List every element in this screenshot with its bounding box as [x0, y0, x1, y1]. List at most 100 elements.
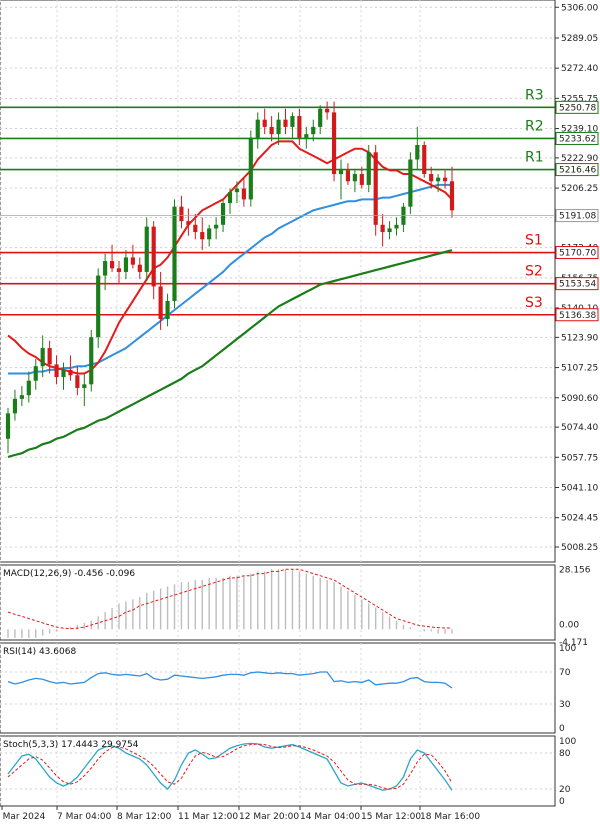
price-tick-label: 5107.25 — [561, 364, 598, 374]
candle-body — [116, 268, 122, 272]
macd-label: MACD(12,26,9) -0.456 -0.096 — [3, 569, 135, 579]
price-tick-label: 5222.90 — [561, 154, 598, 164]
candle-body — [394, 224, 399, 229]
candle-body — [325, 108, 330, 113]
last-price-label: 5191.08 — [559, 212, 596, 222]
x-tick-label: 15 Mar 12:00 — [361, 812, 421, 822]
candle-body — [415, 145, 420, 160]
candle-body — [331, 112, 337, 175]
candle-body — [255, 119, 260, 138]
candle-body — [227, 192, 233, 204]
candle-body — [5, 413, 11, 439]
candle-body — [123, 257, 129, 272]
candle-body — [54, 364, 59, 378]
level-name-r3: R3 — [525, 87, 544, 103]
candle-body — [193, 224, 198, 233]
level-value-s3: 5136.38 — [559, 311, 596, 321]
level-value-s2: 5153.54 — [559, 280, 596, 290]
candle-body — [68, 369, 73, 376]
stoch-tick-label: 20 — [559, 785, 571, 795]
price-tick-label: 5289.05 — [561, 34, 598, 44]
candle-body — [12, 398, 18, 414]
rsi-tick-label: 30 — [559, 700, 571, 710]
candle-body — [220, 203, 226, 225]
x-tick-label: 12 Mar 20:00 — [239, 812, 299, 822]
stoch-label: Stoch(5,3,3) 17.4443 29.9754 — [3, 740, 139, 750]
price-tick-label: 5041.10 — [561, 483, 598, 493]
candle-body — [103, 261, 108, 276]
candle-body — [179, 206, 184, 222]
x-tick-label: 7 Mar 04:00 — [57, 812, 112, 822]
candle-body — [82, 384, 87, 388]
candle-body — [186, 221, 191, 225]
price-tick-label: 5306.00 — [561, 3, 598, 13]
candle-body — [130, 257, 135, 265]
macd-tick-label: 28.156 — [559, 565, 591, 575]
candle-body — [207, 228, 212, 240]
candle-body — [241, 188, 246, 200]
candle-body — [366, 152, 371, 185]
candle-body — [165, 300, 170, 320]
level-name-s2: S2 — [525, 264, 543, 280]
candle-body — [158, 286, 163, 320]
candle-body — [297, 116, 302, 138]
candle-body — [422, 145, 427, 175]
price-tick-label: 5123.90 — [561, 333, 598, 343]
rsi-tick-label: 70 — [559, 668, 571, 678]
candle-body — [75, 375, 80, 388]
stoch-tick-label: 0 — [559, 797, 565, 807]
price-tick-label: 5206.25 — [561, 184, 598, 194]
level-name-s3: S3 — [525, 295, 543, 311]
candle-body — [96, 275, 101, 338]
candle-body — [429, 174, 434, 182]
candle-body — [311, 126, 316, 135]
candle-body — [290, 116, 295, 127]
level-name-r2: R2 — [525, 118, 544, 134]
candle-body — [234, 188, 240, 193]
level-value-r3: 5250.78 — [559, 103, 596, 113]
candle-body — [269, 126, 274, 135]
candle-body — [318, 108, 323, 127]
candle-body — [19, 395, 24, 399]
candle-body — [47, 348, 52, 365]
rsi-tick-label: 0 — [559, 724, 565, 734]
price-tick-label: 5008.25 — [561, 543, 598, 553]
rsi-tick-label: 100 — [559, 644, 576, 654]
candle-body — [214, 224, 219, 229]
candle-body — [40, 348, 45, 367]
level-value-s1: 5170.70 — [559, 249, 596, 259]
candle-body — [345, 170, 351, 182]
candle-body — [172, 206, 177, 301]
candle-body — [304, 134, 309, 138]
level-name-r1: R1 — [525, 150, 544, 166]
candle-body — [109, 261, 115, 269]
forex-chart: 5306.00 5289.05 5272.40 5255.75 5239.10 5222.… — [0, 0, 600, 825]
level-value-r1: 5216.46 — [559, 166, 596, 176]
candle-body — [373, 152, 378, 225]
stoch-tick-label: 100 — [559, 737, 576, 747]
price-tick-label: 5074.40 — [561, 423, 598, 433]
candle-body — [352, 174, 357, 182]
rsi-label: RSI(14) 43.6068 — [3, 647, 76, 657]
candle-body — [61, 369, 66, 378]
candle-body — [151, 226, 156, 287]
price-tick-label: 5057.75 — [561, 453, 598, 463]
candle-body — [380, 224, 385, 233]
price-tick-label: 5090.60 — [561, 394, 598, 404]
candle-body — [89, 337, 94, 385]
x-tick-label: 14 Mar 04:00 — [300, 812, 360, 822]
candle-body — [248, 137, 253, 200]
candle-body — [283, 119, 288, 127]
candle-body — [436, 177, 441, 182]
candle-body — [262, 119, 267, 127]
candle-body — [33, 366, 38, 381]
macd-tick-label: 0.00 — [559, 620, 579, 630]
candle-body — [144, 226, 149, 272]
candle-body — [276, 119, 281, 135]
level-name-s1: S1 — [525, 233, 543, 249]
candle-body — [442, 177, 448, 182]
candle-body — [338, 170, 344, 175]
level-value-r2: 5233.62 — [559, 134, 596, 144]
x-tick-label: 6 Mar 2024 — [0, 812, 46, 822]
candle-body — [359, 174, 364, 185]
